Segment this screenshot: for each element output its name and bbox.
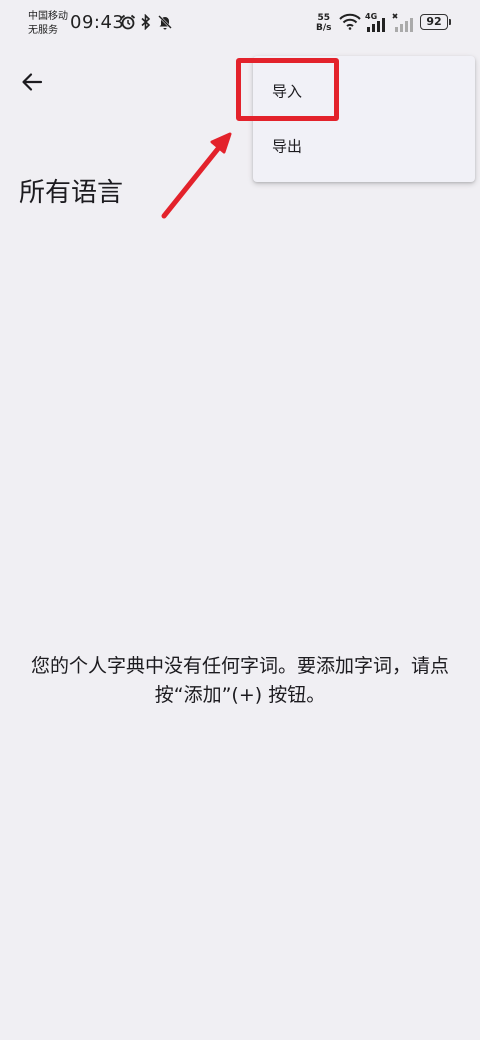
network-speed-unit: B/s <box>316 23 332 33</box>
no-signal-icon <box>392 13 413 32</box>
status-bar: 中国移动 无服务 09:43 55 B/s 4G 92 <box>0 0 480 44</box>
menu-item-export-label: 导出 <box>272 137 303 156</box>
alarm-icon <box>120 14 136 30</box>
menu-item-import-label: 导入 <box>272 82 303 101</box>
back-button[interactable] <box>12 62 52 102</box>
clock: 09:43 <box>70 12 125 33</box>
battery-tip <box>449 19 451 25</box>
cellular-signal-icon <box>367 18 385 32</box>
empty-state-message: 您的个人字典中没有任何字词。要添加字词，请点按“添加”(+) 按钮。 <box>30 655 449 706</box>
battery-icon: 92 <box>420 14 448 30</box>
menu-item-import[interactable]: 导入 <box>253 65 475 117</box>
wifi-icon <box>339 13 361 30</box>
mute-icon <box>158 15 172 30</box>
network-speed-value: 55 <box>317 13 331 23</box>
carrier-info: 中国移动 无服务 <box>28 10 68 38</box>
service-status: 无服务 <box>28 25 58 36</box>
arrow-left-icon <box>22 73 43 91</box>
overflow-menu: 导入 导出 <box>253 56 475 182</box>
bluetooth-icon <box>141 14 151 30</box>
page-title: 所有语言 <box>19 178 124 208</box>
annotation-arrow-icon <box>161 132 232 219</box>
menu-item-export[interactable]: 导出 <box>253 120 475 172</box>
network-speed: 55 B/s <box>316 13 332 33</box>
carrier-name: 中国移动 <box>28 11 68 22</box>
